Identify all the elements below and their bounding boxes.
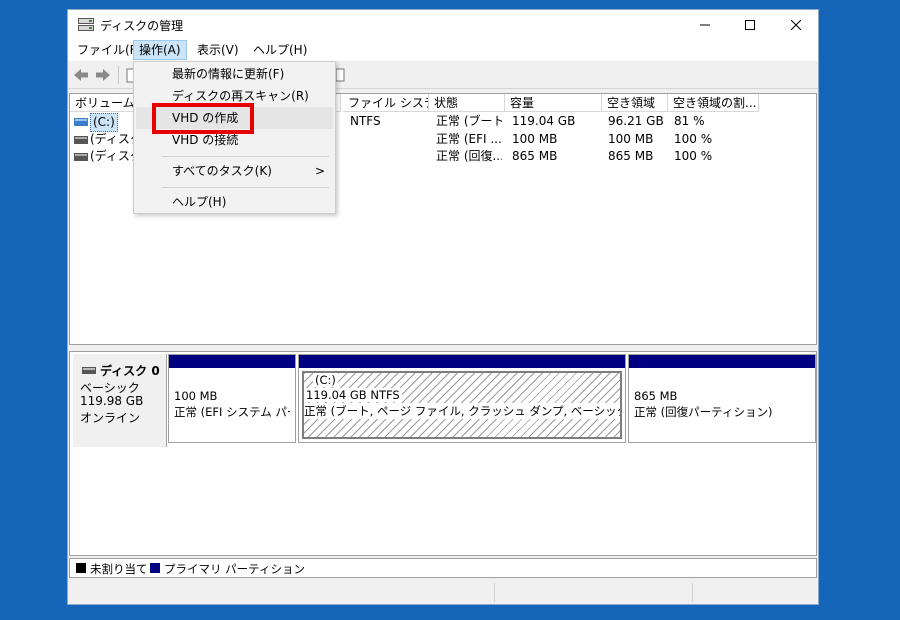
cell-percent: 81 %: [674, 114, 705, 128]
maximize-icon: [745, 19, 755, 30]
partition-name: (C:): [313, 373, 338, 387]
column-header-capacity[interactable]: 容量: [505, 94, 602, 112]
partition-status: 正常 (回復パーティション): [634, 405, 773, 419]
minimize-icon: [700, 24, 710, 25]
legend-bar: 未割り当て プライマリ パーティション: [69, 558, 817, 578]
legend-primary-swatch: [150, 563, 160, 573]
cell-capacity: 865 MB: [512, 149, 558, 163]
cell-filesystem: NTFS: [350, 114, 381, 128]
disk-icon: [82, 367, 96, 374]
maximize-button[interactable]: [727, 10, 773, 39]
cell-status: 正常 (回復...: [436, 149, 502, 163]
cell-free: 96.21 GB: [608, 114, 664, 128]
volume-name-selected: (C:): [90, 113, 118, 132]
menu-item-label: ヘルプ(H): [172, 195, 227, 209]
volume-name: (ディスク 0: [90, 132, 135, 146]
column-header-status[interactable]: 状態: [429, 94, 505, 112]
cell-status: 正常 (ブート...: [436, 114, 502, 128]
menu-item-help[interactable]: ヘルプ(H): [136, 191, 333, 213]
cell-percent: 100 %: [674, 132, 713, 146]
menu-item-label: すべてのタスク(K): [172, 164, 272, 178]
column-header-free-space[interactable]: 空き領域: [602, 94, 668, 112]
window-title: ディスクの管理: [100, 19, 184, 33]
partition-size: 119.04 GB NTFS: [304, 388, 402, 402]
cell-capacity: 100 MB: [512, 132, 558, 146]
volume-icon: [74, 118, 88, 126]
partition-recovery[interactable]: 865 MB 正常 (回復パーティション): [628, 354, 816, 443]
status-separator: [494, 583, 495, 602]
legend-unallocated-label: 未割り当て: [90, 562, 148, 576]
cell-free: 100 MB: [608, 132, 654, 146]
menu-view[interactable]: 表示(V): [192, 41, 244, 59]
cell-free: 865 MB: [608, 149, 654, 163]
menu-item-all-tasks[interactable]: すべてのタスク(K) >: [136, 160, 333, 182]
partition-c[interactable]: (C:) 119.04 GB NTFS 正常 (ブート, ページ ファイル, ク…: [298, 354, 626, 443]
title-bar: ディスクの管理: [68, 10, 818, 39]
partition-header-bar: [299, 355, 625, 368]
action-menu-dropdown: 最新の情報に更新(F) ディスクの再スキャン(R) VHD の作成 VHD の接…: [133, 61, 336, 214]
disk-name: ディスク 0: [100, 364, 160, 378]
menu-item-label: 最新の情報に更新(F): [172, 67, 285, 81]
partition-efi[interactable]: 100 MB 正常 (EFI システム パーティション): [168, 354, 296, 443]
menu-action[interactable]: 操作(A): [133, 40, 187, 60]
close-button[interactable]: [773, 10, 819, 39]
partition-status: 正常 (EFI システム パーティション): [174, 405, 290, 419]
status-separator: [692, 583, 693, 602]
column-header-free-percent[interactable]: 空き領域の割...: [668, 94, 759, 112]
highlight-annotation-box: [152, 103, 254, 134]
legend-unallocated-swatch: [76, 563, 86, 573]
cell-status: 正常 (EFI ...: [436, 132, 502, 146]
volume-icon: [74, 136, 88, 144]
status-bar: [68, 581, 818, 604]
close-icon: [791, 19, 801, 30]
back-arrow-icon[interactable]: [72, 66, 90, 84]
menu-separator: [162, 156, 329, 157]
volume-name: (ディスク 0: [90, 149, 135, 163]
disk-0-label[interactable]: ディスク 0 ベーシック 119.98 GB オンライン: [73, 354, 167, 447]
disk-state: オンライン: [80, 411, 141, 425]
partition-size: 100 MB: [174, 389, 218, 403]
help-pane-icon[interactable]: [334, 66, 352, 84]
volume-icon: [74, 153, 88, 161]
menu-help[interactable]: ヘルプ(H): [248, 41, 312, 59]
cell-percent: 100 %: [674, 149, 713, 163]
disk-management-app-icon: [78, 18, 94, 31]
partition-header-bar: [629, 355, 815, 368]
menu-separator: [162, 187, 329, 188]
menu-item-refresh[interactable]: 最新の情報に更新(F): [136, 63, 333, 85]
partition-header-bar: [169, 355, 295, 368]
partition-status: 正常 (ブート, ページ ファイル, クラッシュ ダンプ, ベーシック データ …: [304, 403, 620, 419]
legend-primary-label: プライマリ パーティション: [164, 562, 305, 576]
partition-size: 865 MB: [634, 389, 678, 403]
column-header-filesystem[interactable]: ファイル システム: [343, 94, 429, 112]
submenu-arrow-icon: >: [314, 164, 325, 178]
menu-bar: ファイル(F) 操作(A) 表示(V) ヘルプ(H): [68, 39, 818, 61]
minimize-button[interactable]: [682, 10, 728, 39]
cell-capacity: 119.04 GB: [512, 114, 576, 128]
toolbar-separator: [118, 66, 119, 84]
forward-arrow-icon[interactable]: [94, 66, 112, 84]
disk-size: 119.98 GB: [80, 394, 144, 408]
column-header-volume[interactable]: ボリューム: [70, 94, 141, 112]
disk-graphical-view: ディスク 0 ベーシック 119.98 GB オンライン 100 MB 正常 (…: [69, 351, 817, 556]
